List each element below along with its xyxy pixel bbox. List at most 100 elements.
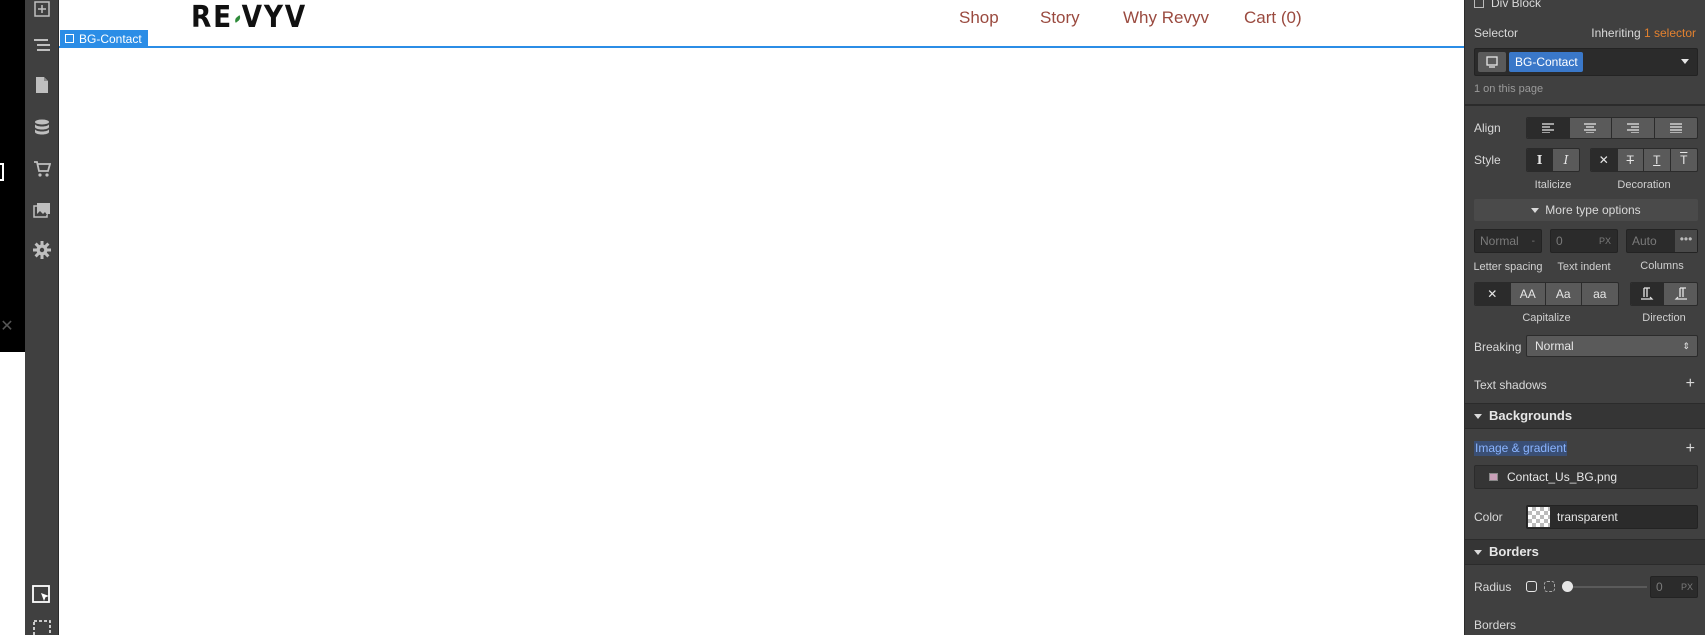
cms-icon[interactable] (25, 113, 59, 143)
letter-spacing-unit[interactable]: - (1532, 236, 1535, 247)
pages-icon[interactable] (25, 70, 59, 100)
add-text-shadow-icon[interactable]: + (1686, 376, 1695, 392)
borders-title: Borders (1489, 544, 1539, 559)
style-label: Style (1474, 153, 1501, 167)
logo-text-part2: VYV (241, 0, 307, 35)
selector-field[interactable]: BG-Contact (1474, 48, 1698, 76)
radius-slider-track[interactable] (1565, 586, 1647, 588)
columns-label: Columns (1640, 260, 1684, 272)
breaking-select[interactable]: Normal ⇕ (1526, 335, 1698, 357)
site-header[interactable]: RE VYV Shop Story Why Revyv Cart (0) BG-C… (59, 0, 1464, 48)
backgrounds-section-header[interactable]: Backgrounds (1465, 403, 1705, 429)
marquee-select-icon[interactable] (25, 614, 59, 635)
radius-input[interactable]: 0 PX (1650, 576, 1698, 598)
underline-icon[interactable]: T (1644, 149, 1671, 171)
background-color-field[interactable]: transparent (1526, 505, 1698, 529)
logo-text-part1: RE (191, 0, 233, 35)
strikethrough-icon[interactable]: T (1618, 149, 1644, 171)
breaking-label: Breaking (1474, 340, 1522, 354)
div-block-icon (65, 34, 74, 43)
radius-label: Radius (1474, 580, 1512, 594)
overline-icon[interactable]: T (1671, 149, 1697, 171)
assets-icon[interactable] (25, 195, 59, 225)
add-background-icon[interactable]: + (1686, 441, 1695, 457)
left-edge-strip: ✕ (0, 0, 25, 635)
selector-state-icon[interactable] (1478, 52, 1506, 72)
more-type-options-toggle[interactable]: More type options (1474, 199, 1698, 221)
chevron-down-icon[interactable] (1681, 59, 1689, 64)
text-indent-unit[interactable]: PX (1599, 236, 1611, 246)
lowercase-icon[interactable]: aa (1582, 283, 1618, 305)
nav-link-cart[interactable]: Cart (0) (1244, 8, 1302, 28)
select-cursor-icon[interactable] (25, 580, 59, 610)
radius-slider-handle[interactable] (1562, 581, 1573, 592)
direction-label: Direction (1642, 312, 1686, 324)
decoration-none-icon[interactable]: ✕ (1591, 149, 1618, 171)
element-type-row: Div Block (1474, 0, 1696, 10)
decoration-label: Decoration (1617, 179, 1671, 191)
close-icon[interactable]: ✕ (0, 318, 14, 336)
radius-individual-icon[interactable] (1544, 581, 1555, 592)
align-right-icon[interactable] (1612, 118, 1655, 138)
settings-icon[interactable] (25, 235, 59, 265)
ecommerce-icon[interactable] (25, 154, 59, 184)
webflow-designer: ✕ RE VYV Shop Story Why Revyv Cart (0) B… (0, 0, 1705, 635)
decoration-buttons: ✕ T T T (1590, 148, 1698, 172)
capitalize-none-icon[interactable]: ✕ (1475, 283, 1511, 305)
letter-spacing-value: Normal (1480, 234, 1519, 248)
design-canvas[interactable]: RE VYV Shop Story Why Revyv Cart (0) BG-C… (59, 0, 1464, 635)
triangle-down-icon (1531, 208, 1540, 214)
inheriting-count-link[interactable]: 1 selector (1644, 26, 1696, 40)
borders-section-header[interactable]: Borders (1465, 539, 1705, 565)
selector-row: Selector Inheriting 1 selector (1474, 26, 1696, 42)
selector-tag[interactable]: BG-Contact (1509, 52, 1583, 72)
direction-rtl-icon[interactable] (1664, 283, 1697, 305)
radius-unit[interactable]: PX (1681, 582, 1693, 592)
brand-logo[interactable]: RE VYV (191, 0, 307, 36)
radius-value: 0 (1656, 580, 1663, 594)
borders-label: Borders (1474, 618, 1517, 632)
leaf-icon (233, 14, 242, 23)
selected-element-tag[interactable]: BG-Contact (60, 30, 148, 48)
text-indent-value: 0 (1556, 234, 1563, 248)
italic-off-icon[interactable]: I (1527, 149, 1554, 171)
direction-ltr-icon[interactable] (1631, 283, 1665, 305)
navigator-icon[interactable] (25, 30, 59, 60)
columns-input[interactable]: Auto ••• (1626, 229, 1698, 253)
inheriting-label: Inheriting (1591, 26, 1641, 40)
columns-value: Auto (1632, 234, 1657, 248)
capitalize-icon[interactable]: Aa (1546, 283, 1582, 305)
text-indent-input[interactable]: 0 PX (1550, 229, 1618, 253)
italic-on-icon[interactable]: I (1553, 149, 1579, 171)
collapse-icon (1474, 414, 1482, 419)
color-label: Color (1474, 510, 1503, 524)
more-type-options-label: More type options (1545, 203, 1641, 217)
background-image-layer[interactable]: Contact_Us_BG.png (1474, 465, 1698, 489)
nav-link-shop[interactable]: Shop (959, 8, 999, 28)
capitalize-buttons: ✕ AA Aa aa (1474, 282, 1619, 306)
select-arrows-icon: ⇕ (1682, 341, 1690, 351)
nav-link-story[interactable]: Story (1040, 8, 1080, 28)
italic-buttons: I I (1526, 148, 1580, 172)
breaking-value: Normal (1535, 339, 1574, 353)
letter-spacing-input[interactable]: Normal - (1474, 229, 1542, 253)
align-buttons (1526, 117, 1698, 139)
div-block-icon (1474, 0, 1484, 8)
color-swatch[interactable] (1528, 507, 1550, 527)
more-icon[interactable]: ••• (1675, 230, 1697, 252)
image-gradient-label[interactable]: Image & gradient (1474, 441, 1568, 456)
add-icon[interactable] (25, 0, 59, 24)
image-thumb-icon (1489, 473, 1498, 481)
uppercase-icon[interactable]: AA (1511, 283, 1546, 305)
capitalize-label: Capitalize (1522, 312, 1571, 324)
radius-all-icon[interactable] (1526, 581, 1537, 592)
text-indent-label: Text indent (1557, 261, 1611, 273)
align-left-icon[interactable] (1527, 118, 1570, 138)
selector-label: Selector (1474, 26, 1519, 40)
align-justify-icon[interactable] (1655, 118, 1697, 138)
text-shadows-label: Text shadows (1474, 378, 1547, 392)
align-center-icon[interactable] (1570, 118, 1612, 138)
nav-link-why-revyv[interactable]: Why Revyv (1123, 8, 1209, 28)
divider (1465, 104, 1705, 106)
direction-buttons (1630, 282, 1698, 306)
